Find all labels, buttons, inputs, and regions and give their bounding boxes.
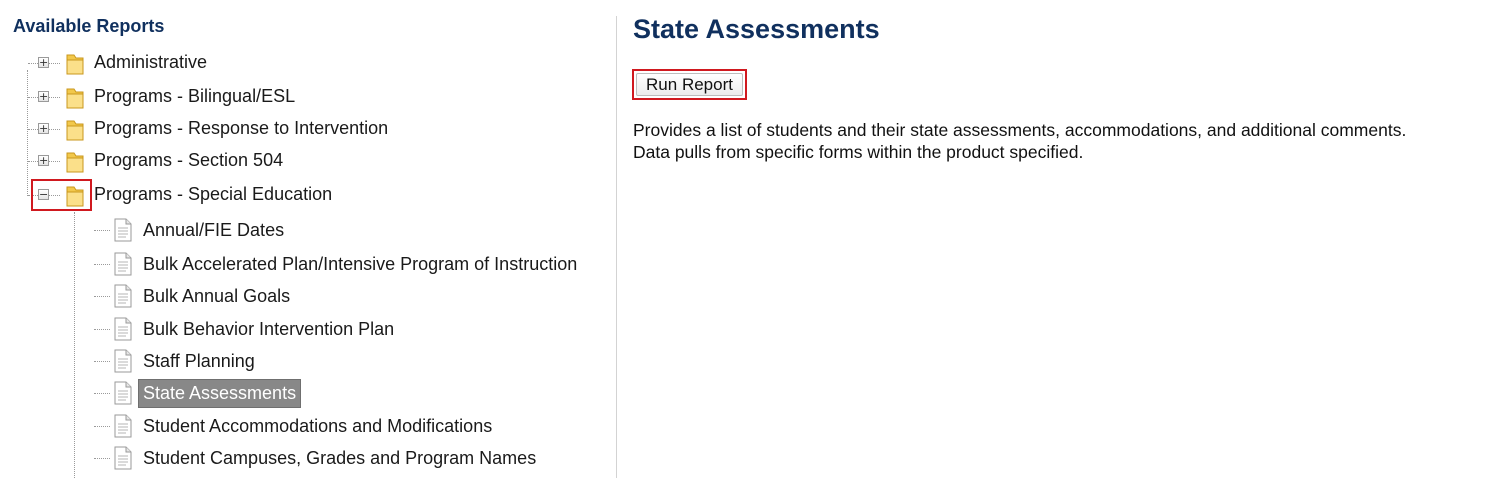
tree-folder-response-to-intervention[interactable]: + Programs - Response to Intervention [0, 116, 420, 144]
document-icon [114, 284, 132, 308]
report-description-line: Data pulls from specific forms within th… [633, 142, 1084, 162]
report-label[interactable]: Bulk Accelerated Plan/Intensive Program … [143, 252, 577, 276]
report-description-line: Provides a list of students and their st… [633, 120, 1407, 140]
tree-connector [94, 393, 110, 394]
tree-report-staff-planning[interactable]: Staff Planning [0, 348, 300, 376]
document-icon [114, 252, 132, 276]
report-detail-pane: State Assessments Run Report Provides a … [632, 0, 1500, 478]
expand-icon[interactable]: + [38, 155, 49, 166]
report-label[interactable]: Bulk Annual Goals [143, 284, 290, 308]
document-icon [114, 381, 132, 405]
tree-connector [94, 458, 110, 459]
folder-label[interactable]: Programs - Section 504 [94, 148, 283, 172]
folder-label[interactable]: Programs - Special Education [94, 182, 332, 206]
expander-highlight [31, 179, 92, 211]
expand-icon[interactable]: + [38, 123, 49, 134]
tree-folder-bilingual-esl[interactable]: + Programs - Bilingual/ESL [0, 84, 340, 112]
expand-icon[interactable]: + [38, 57, 49, 68]
tree-connector [94, 296, 110, 297]
tree-connector [94, 361, 110, 362]
folder-icon [66, 88, 84, 109]
report-label[interactable]: Annual/FIE Dates [143, 218, 284, 242]
folder-label[interactable]: Administrative [94, 50, 207, 74]
document-icon [114, 317, 132, 341]
report-label[interactable]: Student Accommodations and Modifications [143, 414, 492, 438]
folder-label[interactable]: Programs - Response to Intervention [94, 116, 388, 140]
tree-connector [94, 329, 110, 330]
report-label-selected[interactable]: State Assessments [138, 379, 302, 408]
document-icon [114, 414, 132, 438]
tree-folder-section-504[interactable]: + Programs - Section 504 [0, 148, 320, 176]
tree-report-student-accommodations[interactable]: Student Accommodations and Modifications [0, 413, 540, 441]
tree-connector [94, 230, 110, 231]
expand-icon[interactable]: + [38, 91, 49, 102]
tree-report-bulk-behavior-intervention-plan[interactable]: Bulk Behavior Intervention Plan [0, 316, 420, 344]
report-label[interactable]: Student Campuses, Grades and Program Nam… [143, 446, 536, 470]
reports-tree-pane: Available Reports + Administrative + Pro… [0, 0, 616, 478]
report-label[interactable]: Staff Planning [143, 349, 255, 373]
tree-report-annual-fie-dates[interactable]: Annual/FIE Dates [0, 217, 340, 245]
tree-title: Available Reports [13, 16, 165, 36]
folder-icon [66, 120, 84, 141]
document-icon [114, 446, 132, 470]
report-title: State Assessments [633, 14, 880, 44]
tree-report-student-campuses[interactable]: Student Campuses, Grades and Program Nam… [0, 445, 580, 473]
document-icon [114, 218, 132, 242]
tree-connector [94, 426, 110, 427]
document-icon [114, 349, 132, 373]
pane-divider [616, 16, 617, 478]
report-label[interactable]: Bulk Behavior Intervention Plan [143, 317, 394, 341]
run-report-button[interactable]: Run Report [636, 73, 743, 96]
report-description: Provides a list of students and their st… [633, 119, 1493, 163]
tree-connector [94, 264, 110, 265]
folder-label[interactable]: Programs - Bilingual/ESL [94, 84, 295, 108]
tree-report-bulk-annual-goals[interactable]: Bulk Annual Goals [0, 283, 340, 311]
folder-icon [66, 152, 84, 173]
folder-icon [66, 54, 84, 75]
run-report-highlight: Run Report [632, 69, 747, 100]
tree-report-bulk-accelerated-plan[interactable]: Bulk Accelerated Plan/Intensive Program … [0, 251, 612, 279]
tree-folder-administrative[interactable]: + Administrative [0, 50, 300, 78]
tree-report-state-assessments[interactable]: State Assessments [0, 379, 320, 408]
